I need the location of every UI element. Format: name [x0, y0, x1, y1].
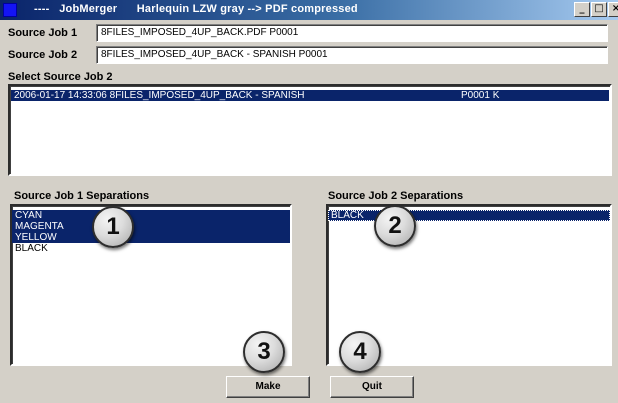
select-source-job-2-label: Select Source Job 2: [8, 71, 113, 83]
title-bar[interactable]: ---- JobMerger Harlequin LZW gray --> PD…: [0, 0, 618, 20]
quit-button[interactable]: Quit: [330, 376, 414, 398]
job-entry-text: 2006-01-17 14:33:06 8FILES_IMPOSED_4UP_B…: [14, 90, 305, 101]
window-title: ---- JobMerger Harlequin LZW gray --> PD…: [34, 3, 358, 15]
source-job-2-list[interactable]: 2006-01-17 14:33:06 8FILES_IMPOSED_4UP_B…: [8, 84, 612, 176]
list-item[interactable]: 2006-01-17 14:33:06 8FILES_IMPOSED_4UP_B…: [11, 90, 609, 101]
source-job-2-field[interactable]: 8FILES_IMPOSED_4UP_BACK - SPANISH P0001: [96, 46, 608, 64]
app-icon: [3, 3, 17, 17]
source-job-1-label: Source Job 1: [8, 27, 78, 39]
separation-item-magenta[interactable]: MAGENTA: [12, 221, 290, 232]
separation-item-black-2[interactable]: BLACK: [328, 210, 610, 221]
separations-1-label: Source Job 1 Separations: [14, 190, 150, 202]
jobmerger-window: ---- JobMerger Harlequin LZW gray --> PD…: [0, 0, 618, 403]
callout-badge-2: 2: [374, 205, 416, 247]
maximize-icon[interactable]: □: [591, 2, 607, 17]
separation-item-black[interactable]: BLACK: [12, 243, 290, 254]
separation-item-yellow[interactable]: YELLOW: [12, 232, 290, 243]
source-job-1-field[interactable]: 8FILES_IMPOSED_4UP_BACK.PDF P0001: [96, 24, 608, 42]
job-entry-page: P0001 K: [461, 90, 500, 101]
source-job-2-label: Source Job 2: [8, 49, 78, 61]
separation-item-cyan[interactable]: CYAN: [12, 210, 290, 221]
callout-badge-1: 1: [92, 206, 134, 248]
close-icon[interactable]: ×: [608, 2, 618, 17]
window-controls: _ □ ×: [573, 2, 618, 17]
make-button[interactable]: Make: [226, 376, 310, 398]
minimize-icon[interactable]: _: [574, 2, 590, 17]
callout-badge-4: 4: [339, 331, 381, 373]
callout-badge-3: 3: [243, 331, 285, 373]
separations-2-label: Source Job 2 Separations: [328, 190, 464, 202]
